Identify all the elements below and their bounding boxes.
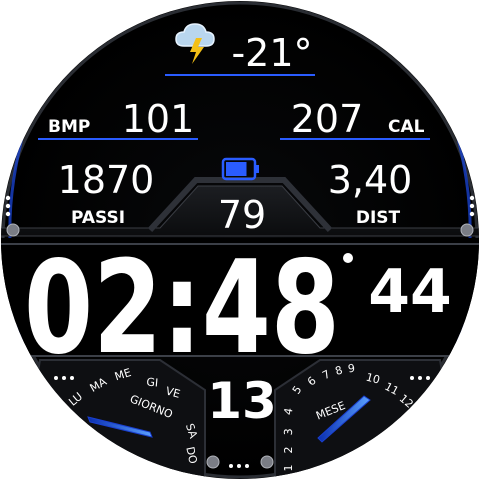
- lower-right-dots: [410, 376, 430, 380]
- heart-rate-value: 101: [122, 97, 195, 141]
- month-label-2: 2: [282, 447, 295, 454]
- right-side-dots: [469, 195, 475, 217]
- temperature-value: -21°: [231, 31, 312, 75]
- lower-left-dots: [54, 376, 74, 380]
- time-hours-minutes: 02:48: [24, 234, 340, 383]
- calories-label: CAL: [388, 117, 425, 137]
- distance-value: 3,40: [328, 158, 413, 202]
- battery-value: 79: [218, 193, 266, 237]
- weekday-label-gi: GI: [146, 376, 159, 390]
- month-label-3: 3: [282, 428, 295, 435]
- right-side-button[interactable]: [460, 223, 474, 237]
- day-of-month: 13: [207, 372, 277, 430]
- bottom-left-button[interactable]: [206, 455, 220, 469]
- month-label-1: 1: [282, 465, 295, 472]
- steps-label: PASSI: [71, 208, 125, 228]
- bottom-center-dots: [229, 464, 249, 468]
- calories-value: 207: [291, 97, 364, 141]
- bottom-right-button[interactable]: [260, 455, 274, 469]
- heart-rate-label: BMP: [48, 117, 90, 137]
- time-seconds: 44: [368, 257, 452, 327]
- distance-label: DIST: [356, 208, 401, 228]
- left-side-button[interactable]: [6, 223, 20, 237]
- seconds-dot: [343, 253, 353, 263]
- watch-face: -21° BMP 101 207 CAL 1870 PASSI 3,40 DIS…: [1, 1, 479, 479]
- left-side-dots: [5, 195, 11, 217]
- steps-value: 1870: [58, 158, 155, 202]
